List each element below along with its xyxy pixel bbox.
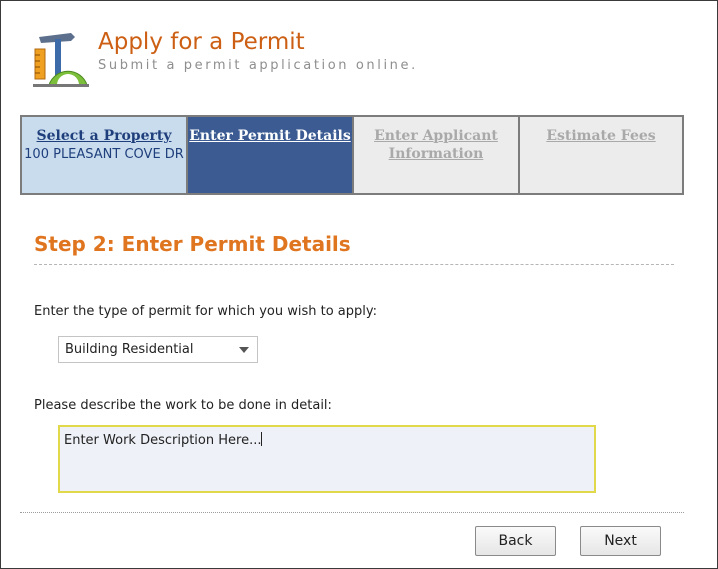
selected-property-address: 100 PLEASANT COVE DR xyxy=(24,147,184,162)
section-divider xyxy=(34,264,674,265)
work-description-textarea[interactable]: Enter Work Description Here... xyxy=(58,425,596,493)
chevron-down-icon xyxy=(239,347,249,353)
permit-type-selected-value: Building Residential xyxy=(65,342,194,357)
page-subtitle: Submit a permit application online. xyxy=(98,58,418,73)
work-description-label: Please describe the work to be done in d… xyxy=(34,398,332,413)
wizard-step-estimate-fees: Estimate Fees xyxy=(520,117,682,193)
permit-application-panel: Apply for a Permit Submit a permit appli… xyxy=(0,0,718,569)
footer-divider xyxy=(20,512,684,513)
text-caret xyxy=(261,432,263,446)
wizard-steps: Select a Property 100 PLEASANT COVE DR E… xyxy=(20,115,684,195)
section-title: Step 2: Enter Permit Details xyxy=(34,232,351,256)
wizard-step-permit-details[interactable]: Enter Permit Details xyxy=(188,117,354,193)
wizard-step-title[interactable]: Enter Permit Details xyxy=(188,127,352,145)
wizard-step-title: Enter Applicant Information xyxy=(374,128,498,162)
wizard-step-title[interactable]: Select a Property xyxy=(22,127,186,145)
work-description-text: Enter Work Description Here... xyxy=(64,433,262,448)
wizard-step-title: Estimate Fees xyxy=(546,128,656,144)
permit-type-label: Enter the type of permit for which you w… xyxy=(34,304,378,319)
permit-tools-icon xyxy=(33,33,89,87)
next-button[interactable]: Next xyxy=(580,526,661,556)
permit-type-select[interactable]: Building Residential xyxy=(58,336,258,363)
page-title: Apply for a Permit xyxy=(98,29,305,55)
back-button[interactable]: Back xyxy=(475,526,556,556)
wizard-step-applicant-information: Enter Applicant Information xyxy=(354,117,520,193)
wizard-step-select-property[interactable]: Select a Property 100 PLEASANT COVE DR xyxy=(22,117,188,193)
